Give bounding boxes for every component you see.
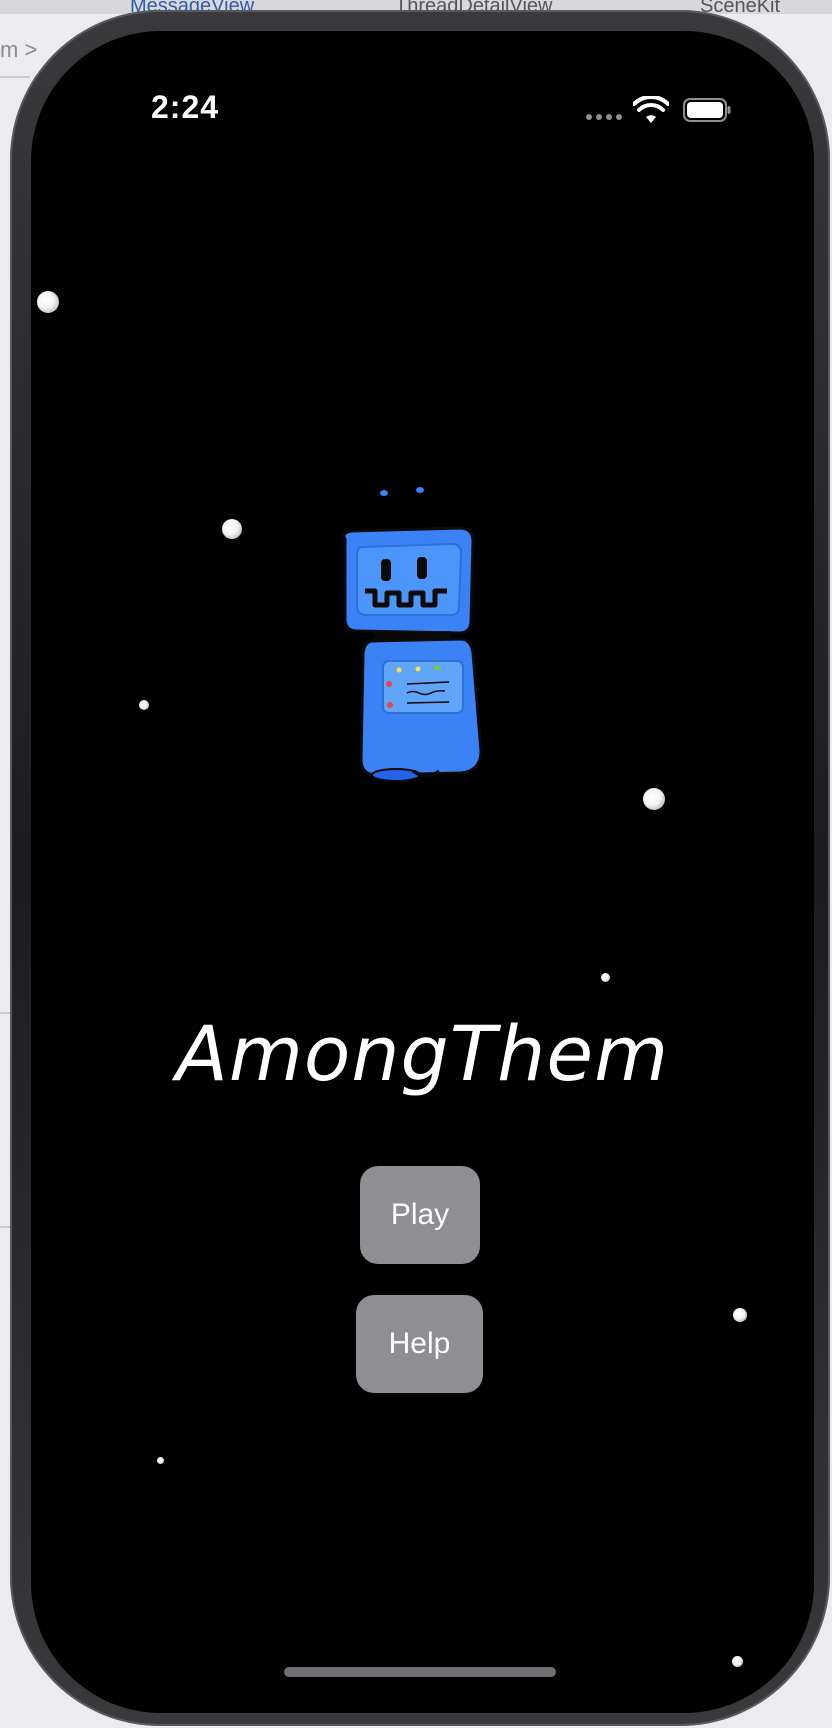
star-decoration bbox=[643, 788, 665, 810]
wifi-icon bbox=[633, 96, 669, 123]
help-button[interactable]: Help bbox=[356, 1295, 483, 1393]
cellular-signal-icon bbox=[586, 114, 626, 122]
star-decoration bbox=[139, 700, 149, 710]
phone-frame: 2:24 AmongThem Play Help bbox=[10, 10, 830, 1726]
star-decoration bbox=[222, 519, 242, 539]
star-decoration bbox=[733, 1308, 747, 1322]
battery-icon bbox=[683, 98, 731, 122]
host-tab[interactable]: SceneKit bbox=[700, 0, 830, 12]
robot-icon bbox=[342, 487, 483, 782]
star-decoration bbox=[157, 1457, 164, 1464]
host-breadcrumb: m > bbox=[0, 37, 38, 62]
app-title: AmongThem bbox=[175, 1009, 670, 1098]
star-decoration bbox=[37, 291, 59, 313]
app-screen: 2:24 AmongThem Play Help bbox=[31, 31, 814, 1713]
host-divider bbox=[0, 76, 30, 78]
play-button[interactable]: Play bbox=[360, 1166, 480, 1264]
star-decoration bbox=[732, 1656, 743, 1667]
star-decoration bbox=[601, 973, 610, 982]
home-indicator[interactable] bbox=[284, 1667, 556, 1677]
status-time: 2:24 bbox=[151, 89, 220, 125]
